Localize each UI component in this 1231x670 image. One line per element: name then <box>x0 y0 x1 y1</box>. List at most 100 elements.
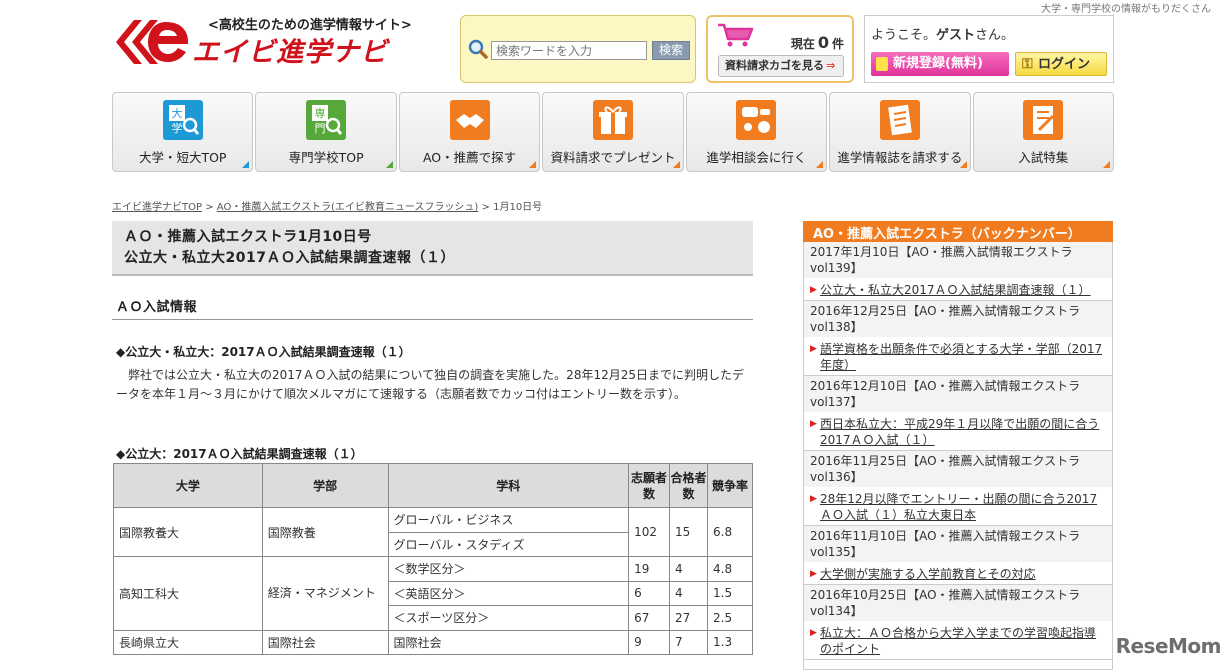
consultation-icon <box>736 100 777 140</box>
welcome-message: ようこそ。ゲストさん。 <box>871 24 1014 43</box>
cell-department: グローバル・ビジネス <box>387 507 630 533</box>
table-row: 国際教養大 国際教養 グローバル・ビジネス 102 15 6.8 <box>113 507 753 557</box>
issue-date: 2016年11月25日【AO・推薦入試情報エクストラ vol136】 <box>804 451 1112 487</box>
table-row: 高知工科大 経済・マネジメント ＜数学区分＞ 19 4 4.8 <box>113 556 753 631</box>
gift-icon <box>592 100 633 140</box>
svg-text:専: 専 <box>315 107 326 120</box>
cell-applicants: 9 <box>628 629 671 655</box>
nav-university-top[interactable]: 大学 大学・短大TOP <box>112 92 254 172</box>
bullet-arrow-icon: ▶ <box>810 494 817 504</box>
logo-title: エイビ進学ナビ <box>192 37 388 68</box>
table-row: 長崎県立大 国際社会 国際社会 9 7 1.3 <box>113 629 753 655</box>
nav-consultation[interactable]: 進学相談会に行く <box>685 92 828 172</box>
corner-arrow-icon <box>672 161 680 168</box>
cell-department: ＜英語区分＞ <box>387 580 630 606</box>
cell-faculty: 経済・マネジメント <box>261 556 389 631</box>
column-header: 志願者数 <box>628 463 671 508</box>
nav-vocational-top[interactable]: 専門 専門学校TOP <box>255 92 397 172</box>
subheading: ◆公立大・私立大：2017ＡＯ入試結果調査速報（１） <box>116 345 411 359</box>
svg-text:門: 門 <box>315 122 326 135</box>
guest-name: ゲスト <box>936 28 976 43</box>
cell-passed: 4 <box>669 580 709 606</box>
nav-exam-feature[interactable]: 入試特集 <box>972 92 1114 172</box>
cell-passed: 27 <box>669 605 709 631</box>
watermark-logo: ReseMom <box>1115 634 1222 658</box>
arrow-right-icon: ⇒ <box>826 59 836 72</box>
cell-applicants: 19 <box>628 556 671 582</box>
cell-ratio: 4.8 <box>707 556 753 582</box>
backnumber-list: 2017年1月10日【AO・推薦入試情報エクストラ vol139】 ▶ 公立大・私… <box>803 242 1113 670</box>
bullet-arrow-icon: ▶ <box>810 285 817 295</box>
cell-passed: 4 <box>669 556 709 582</box>
column-header: 合格者数 <box>669 463 709 508</box>
svg-text:学: 学 <box>171 121 182 135</box>
article-title-line1: ＡＯ・推薦入試エクストラ1月10日号 <box>124 229 372 245</box>
site-tagline: 大学・専門学校の情報がもりだくさん <box>1041 4 1211 15</box>
list-item: 2017年1月10日【AO・推薦入試情報エクストラ vol139】 ▶ 公立大・私… <box>804 242 1112 301</box>
cell-applicants: 102 <box>628 507 671 557</box>
cell-faculty: 国際社会 <box>261 629 389 655</box>
search-input[interactable] <box>491 41 647 60</box>
view-cart-label: 資料請求カゴを見る <box>725 59 824 72</box>
issue-link[interactable]: ▶ 公立大・私立大2017ＡＯ入試結果調査速報（１） <box>804 278 1112 300</box>
section-heading: ＡＯ入試情報 <box>112 296 753 320</box>
cell-passed: 7 <box>669 629 709 655</box>
search-panel: 検索 <box>460 15 696 83</box>
search-button[interactable]: 検索 <box>652 41 690 60</box>
sidebar-title: AO・推薦入試エクストラ（バックナンバー） <box>803 221 1113 242</box>
cell-department: 国際社会 <box>387 629 630 655</box>
nav-label: AO・推薦で探す <box>422 150 517 165</box>
welcome-suffix: さん。 <box>975 28 1015 43</box>
cell-ratio: 1.5 <box>707 580 753 606</box>
nav-label: 進学相談会に行く <box>706 150 807 165</box>
cell-department: ＜数学区分＞ <box>387 556 630 582</box>
issue-link[interactable]: ▶ 語学資格を出願条件で必須とする大学・学部（2017年度） <box>804 337 1112 375</box>
cell-applicants: 67 <box>628 605 671 631</box>
bullet-arrow-icon: ▶ <box>810 419 817 429</box>
corner-arrow-icon <box>816 161 824 168</box>
nav-label: 入試特集 <box>1018 150 1069 165</box>
issue-date: 2016年10月25日【AO・推薦入試情報エクストラ vol134】 <box>804 585 1112 621</box>
breadcrumb-parent-link[interactable]: AO・推薦入試エクストラ(エイビ教育ニュースフラッシュ) <box>217 202 479 213</box>
list-item: 2016年11月10日【AO・推薦入試情報エクストラ vol135】 ▶ 大学側が… <box>804 526 1112 585</box>
list-item: 2016年12月25日【AO・推薦入試情報エクストラ vol138】 ▶ 語学資格… <box>804 301 1112 376</box>
cell-ratio: 6.8 <box>707 507 753 557</box>
issue-link[interactable]: ▶ 28年12月以降でエントリー・出願の間に合う2017ＡＯ入試（１）私立大東日本 <box>804 487 1112 525</box>
corner-arrow-icon <box>385 161 393 168</box>
breadcrumb-home-link[interactable]: エイビ進学ナビTOP <box>112 202 202 213</box>
cell-department: ＜スポーツ区分＞ <box>387 605 630 631</box>
table-heading: ◆公立大：2017ＡＯ入試結果調査速報（１） <box>116 447 363 461</box>
nav-document-present[interactable]: 資料請求でプレゼント <box>542 92 684 172</box>
handshake-icon <box>449 100 490 140</box>
column-header: 競争率 <box>707 463 753 508</box>
list-item: 2016年12月10日【AO・推薦入試情報エクストラ vol137】 ▶ 西日本私… <box>804 376 1112 451</box>
site-logo[interactable]: <高校生のための進学情報サイト> エイビ進学ナビ <box>112 14 422 70</box>
issue-link[interactable]: ▶ 大学側が実施する入学前教育とその対応 <box>804 562 1112 584</box>
issue-link[interactable]: ▶ 私立大：ＡＯ合格から大学入学までの学習喚起指導のポイント <box>804 621 1112 659</box>
corner-arrow-icon <box>959 161 967 168</box>
view-cart-button[interactable]: 資料請求カゴを見る ⇒ <box>718 55 844 77</box>
breadcrumb: エイビ進学ナビTOP > AO・推薦入試エクストラ(エイビ教育ニュースフラッシュ… <box>112 198 542 213</box>
nav-ao-search[interactable]: AO・推薦で探す <box>398 92 541 172</box>
bullet-arrow-icon: ▶ <box>810 344 817 354</box>
article-paragraph: 弊社では公立大・私立大の2017ＡＯ入試の結果について独自の調査を実施した。28… <box>116 368 744 401</box>
register-label: 新規登録(無料) <box>893 56 983 71</box>
column-header: 学部 <box>261 463 389 508</box>
login-button[interactable]: ⚿ ログイン <box>1015 52 1107 76</box>
register-button[interactable]: 新規登録(無料) <box>871 52 1009 76</box>
cell-ratio: 2.5 <box>707 605 753 631</box>
cell-passed: 15 <box>669 507 709 557</box>
issue-date: 2016年12月10日【AO・推薦入試情報エクストラ vol137】 <box>804 376 1112 412</box>
notebook-icon <box>1023 100 1064 140</box>
corner-arrow-icon <box>529 161 537 168</box>
nav-label: 専門学校TOP <box>288 150 364 165</box>
cell-department: グローバル・スタディズ <box>387 531 630 557</box>
cart-count-suffix: 件 <box>831 37 844 51</box>
cell-faculty: 国際教養 <box>261 507 389 557</box>
cell-applicants: 6 <box>628 580 671 606</box>
nav-magazine-request[interactable]: 進学情報誌を請求する <box>829 92 971 172</box>
corner-arrow-icon <box>1102 161 1110 168</box>
logo-mark-icon <box>116 20 189 64</box>
cell-university: 長崎県立大 <box>113 629 263 655</box>
issue-link[interactable]: ▶ 西日本私立大：平成29年１月以降で出願の間に合う2017ＡＯ入試（１） <box>804 412 1112 450</box>
